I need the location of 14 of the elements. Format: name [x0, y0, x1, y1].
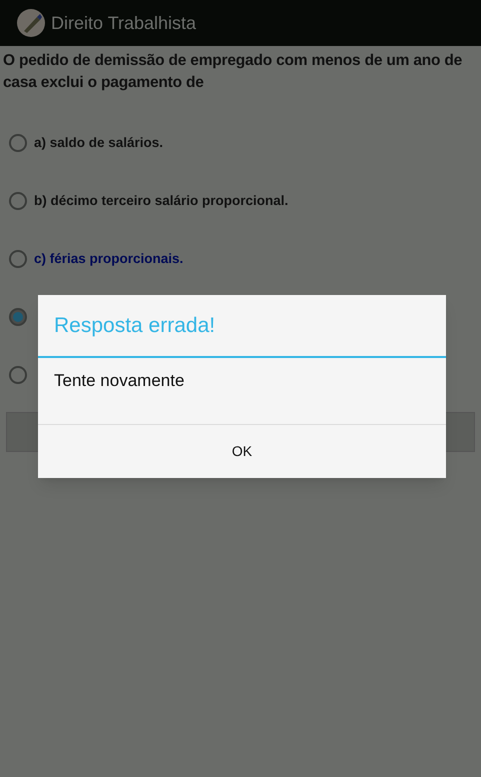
radio-button[interactable] [9, 134, 27, 152]
app-title: Direito Trabalhista [51, 12, 196, 34]
dialog-title: Resposta errada! [54, 312, 216, 339]
radio-button[interactable] [9, 192, 27, 210]
option-label[interactable]: b) décimo terceiro salário proporcional. [34, 190, 288, 212]
radio-button[interactable] [9, 250, 27, 268]
option-label[interactable]: c) férias proporcionais. [34, 248, 184, 270]
radio-button[interactable] [9, 308, 27, 326]
ok-button[interactable]: OK [38, 424, 446, 478]
pencil-app-icon [17, 9, 45, 37]
option-label[interactable]: a) saldo de salários. [34, 132, 164, 154]
radio-button[interactable] [9, 366, 27, 384]
dialog-message: Tente novamente [54, 371, 184, 390]
question-text: O pedido de demissão de empregado com menos de um ano de casa exclui o pagamento de [2, 51, 464, 93]
